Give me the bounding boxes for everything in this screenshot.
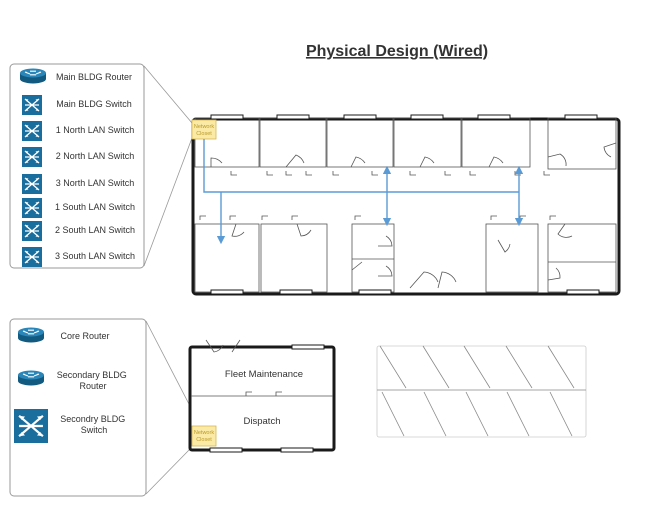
main-building-floorplan [191, 117, 621, 296]
switch-icon [12, 407, 50, 445]
switch-icon [21, 197, 43, 219]
router-icon [19, 67, 47, 85]
switch-icon [21, 146, 43, 168]
physical-design-diagram: Physical Design (Wired) Main BLDG Router… [0, 0, 650, 515]
legend-label: 2 North LAN Switch [56, 151, 135, 161]
switch-icon [21, 94, 43, 116]
room-label-dispatch: Dispatch [244, 416, 281, 427]
cable-runs [203, 139, 524, 245]
secondary-network-closet[interactable]: Network Closet [191, 425, 217, 447]
router-icon [17, 369, 45, 387]
switch-icon [21, 246, 43, 268]
main-network-closet[interactable]: Network Closet [191, 119, 217, 140]
page-title: Physical Design (Wired) [306, 43, 488, 60]
closet-label: Network Closet [194, 124, 214, 137]
legend-label: 1 North LAN Switch [56, 125, 135, 135]
legend-label: Main BLDG Router [56, 72, 132, 82]
switch-icon [21, 120, 43, 142]
diagram-svg: Physical Design (Wired) Main BLDG Router… [9, 43, 621, 497]
secondary-building-legend: Core Router Secondary BLDG Router Second… [9, 318, 191, 497]
legend-label: 1 South LAN Switch [55, 202, 135, 212]
legend-label-line: Secondary BLDG [57, 370, 127, 380]
closet-label-line: Network [194, 124, 214, 130]
legend-label-line: Router [79, 381, 106, 391]
closet-label: Network Closet [194, 430, 214, 443]
legend-label: 3 South LAN Switch [55, 251, 135, 261]
router-icon [17, 326, 45, 344]
legend-label: Main BLDG Switch [56, 99, 132, 109]
switch-icon [21, 173, 43, 195]
legend-label-line: Secondry BLDG [60, 414, 125, 424]
closet-label-line: Closet [196, 131, 212, 137]
room-label-fleet-maintenance: Fleet Maintenance [225, 369, 303, 380]
main-building-legend: Main BLDG Router Main BLDG Switch 1 Nort… [9, 63, 193, 269]
legend-label: Core Router [60, 331, 109, 341]
parking-area [376, 345, 587, 438]
legend-label-line: Switch [81, 425, 108, 435]
legend-label: 2 South LAN Switch [55, 225, 135, 235]
legend-label: 3 North LAN Switch [56, 178, 135, 188]
closet-label-line: Network [194, 430, 214, 436]
closet-label-line: Closet [196, 437, 212, 443]
switch-icon [21, 220, 43, 242]
main-building-windows [210, 114, 600, 295]
